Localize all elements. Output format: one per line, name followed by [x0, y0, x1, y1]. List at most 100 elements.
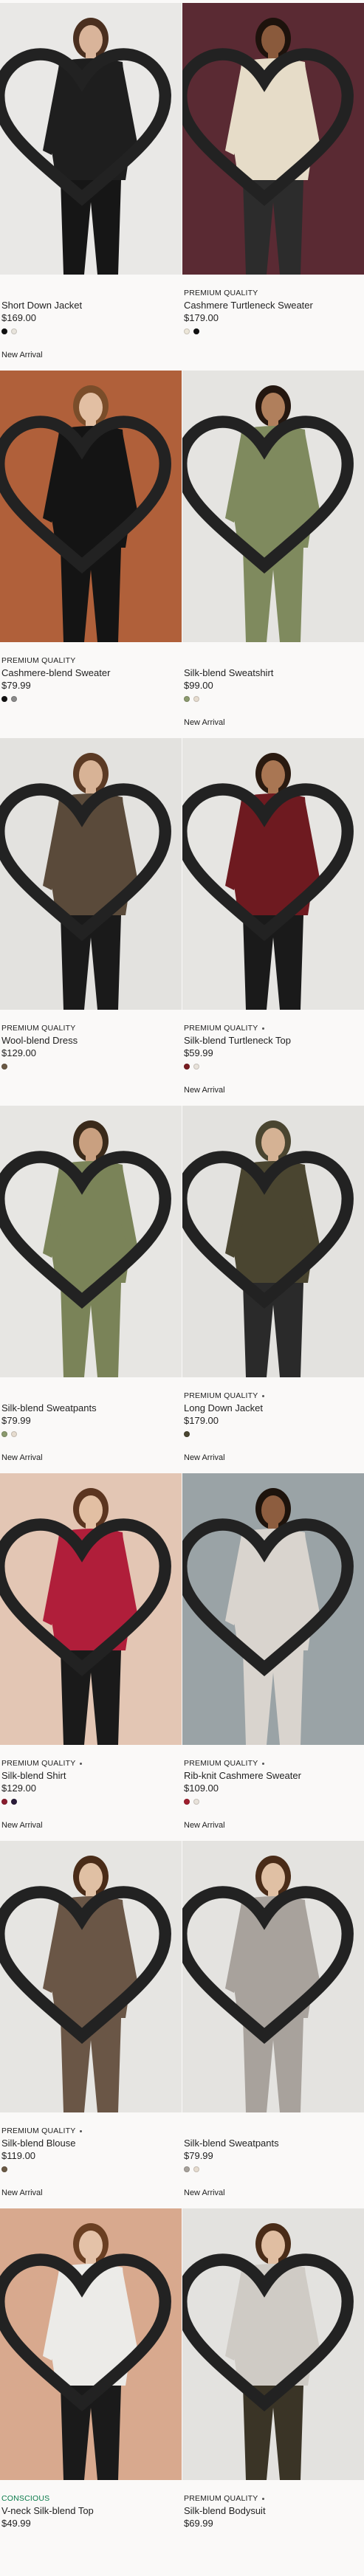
product-card[interactable]: Silk-blend Sweatshirt $99.00 New Arrival	[182, 371, 364, 738]
color-swatch[interactable]	[184, 1064, 190, 1070]
product-title[interactable]: Silk-blend Blouse	[1, 2137, 180, 2149]
product-badge: PREMIUM QUALITY	[184, 1391, 363, 1401]
color-swatch[interactable]	[1, 328, 7, 334]
product-title[interactable]: Cashmere Turtleneck Sweater	[184, 299, 363, 311]
product-title[interactable]: Silk-blend Sweatpants	[1, 1402, 180, 1414]
product-card[interactable]: PREMIUM QUALITY Silk-blend Turtleneck To…	[182, 738, 364, 1106]
color-swatch[interactable]	[11, 1799, 17, 1805]
product-title[interactable]: Cashmere-blend Sweater	[1, 667, 180, 679]
heart-icon[interactable]	[182, 371, 355, 633]
color-swatch[interactable]	[193, 696, 199, 702]
product-image[interactable]	[0, 1473, 182, 1745]
product-image[interactable]	[182, 1841, 364, 2112]
badge-dot	[262, 1027, 265, 1030]
heart-icon[interactable]	[182, 1473, 355, 1736]
heart-icon[interactable]	[0, 371, 173, 633]
color-swatches	[1, 2534, 180, 2540]
product-title[interactable]: Short Down Jacket	[1, 299, 180, 311]
product-title[interactable]: Silk-blend Shirt	[1, 1769, 180, 1782]
heart-icon[interactable]	[0, 3, 173, 266]
product-image[interactable]	[182, 738, 364, 1010]
product-title[interactable]: Silk-blend Sweatshirt	[184, 667, 363, 679]
product-price: $169.00	[1, 312, 36, 323]
product-price: $79.99	[1, 680, 31, 691]
color-swatch[interactable]	[193, 328, 199, 334]
color-swatch[interactable]	[1, 2166, 7, 2172]
color-swatch[interactable]	[1, 696, 7, 702]
color-swatches	[184, 1064, 363, 1070]
product-card[interactable]: PREMIUM QUALITY Wool-blend Dress $129.00	[0, 738, 182, 1106]
product-card[interactable]: CONSCIOUS V-neck Silk-blend Top $49.99	[0, 2208, 182, 2576]
product-info: CONSCIOUS V-neck Silk-blend Top $49.99	[0, 2480, 182, 2540]
product-card[interactable]: PREMIUM QUALITY Silk-blend Blouse $119.0…	[0, 1841, 182, 2208]
product-info: PREMIUM QUALITY Silk-blend Bodysuit $69.…	[182, 2480, 364, 2540]
color-swatch[interactable]	[1, 1799, 7, 1805]
product-card[interactable]: PREMIUM QUALITY Cashmere-blend Sweater $…	[0, 371, 182, 738]
heart-icon[interactable]	[182, 1106, 355, 1368]
heart-icon[interactable]	[182, 2208, 355, 2471]
color-swatches	[184, 1799, 363, 1805]
product-card[interactable]: PREMIUM QUALITY Silk-blend Shirt $129.00…	[0, 1473, 182, 1841]
color-swatches	[184, 696, 363, 702]
heart-icon[interactable]	[0, 738, 173, 1001]
heart-icon[interactable]	[182, 3, 355, 266]
color-swatch[interactable]	[184, 328, 190, 334]
color-swatch[interactable]	[184, 696, 190, 702]
badge-dot	[262, 2497, 265, 2500]
product-title[interactable]: V-neck Silk-blend Top	[1, 2504, 180, 2517]
product-badge: PREMIUM QUALITY	[184, 289, 258, 297]
product-card[interactable]: Silk-blend Sweatpants $79.99 New Arrival	[182, 1841, 364, 2208]
product-title[interactable]: Silk-blend Bodysuit	[184, 2504, 363, 2517]
product-title[interactable]: Silk-blend Turtleneck Top	[184, 1034, 363, 1047]
product-image[interactable]	[182, 371, 364, 642]
new-arrival-label: New Arrival	[184, 2188, 225, 2197]
color-swatches	[184, 328, 363, 334]
product-image[interactable]	[182, 1473, 364, 1745]
product-image[interactable]	[0, 2208, 182, 2480]
color-swatch[interactable]	[193, 1064, 199, 1070]
product-title[interactable]: Rib-knit Cashmere Sweater	[184, 1769, 363, 1782]
product-image[interactable]	[182, 3, 364, 275]
badge-dot	[262, 1394, 265, 1397]
product-image[interactable]	[182, 1106, 364, 1377]
heart-icon[interactable]	[0, 1106, 173, 1368]
color-swatch[interactable]	[193, 2166, 199, 2172]
product-card[interactable]: PREMIUM QUALITY Silk-blend Bodysuit $69.…	[182, 2208, 364, 2576]
product-image[interactable]	[0, 1106, 182, 1377]
product-card[interactable]: Short Down Jacket $169.00 New Arrival	[0, 3, 182, 371]
new-arrival-label: New Arrival	[1, 1821, 43, 1830]
heart-icon[interactable]	[182, 738, 355, 1001]
product-image[interactable]	[0, 738, 182, 1010]
product-card[interactable]: PREMIUM QUALITY Rib-knit Cashmere Sweate…	[182, 1473, 364, 1841]
product-image[interactable]	[0, 371, 182, 642]
color-swatch[interactable]	[184, 1431, 190, 1437]
product-card[interactable]: PREMIUM QUALITY Cashmere Turtleneck Swea…	[182, 3, 364, 371]
color-swatch[interactable]	[1, 1431, 7, 1437]
product-card[interactable]: PREMIUM QUALITY Long Down Jacket $179.00…	[182, 1106, 364, 1473]
heart-icon[interactable]	[0, 1841, 173, 2104]
product-info: PREMIUM QUALITY Silk-blend Shirt $129.00…	[0, 1745, 182, 1830]
heart-icon[interactable]	[0, 2208, 173, 2471]
color-swatch[interactable]	[11, 328, 17, 334]
product-badge-empty	[184, 2126, 363, 2136]
product-title[interactable]: Wool-blend Dress	[1, 1034, 180, 1047]
product-card[interactable]: Silk-blend Sweatpants $79.99 New Arrival	[0, 1106, 182, 1473]
heart-icon[interactable]	[0, 1473, 173, 1736]
new-arrival-label: New Arrival	[184, 1821, 225, 1830]
product-title[interactable]: Silk-blend Sweatpants	[184, 2137, 363, 2149]
color-swatch[interactable]	[1, 1064, 7, 1070]
product-badge: PREMIUM QUALITY	[184, 1758, 363, 1769]
product-info: PREMIUM QUALITY Cashmere-blend Sweater $…	[0, 642, 182, 702]
product-image[interactable]	[182, 2208, 364, 2480]
badge-dot	[80, 1762, 83, 1765]
color-swatch[interactable]	[184, 2166, 190, 2172]
heart-icon[interactable]	[182, 1841, 355, 2104]
color-swatch[interactable]	[11, 1431, 17, 1437]
color-swatch[interactable]	[193, 1799, 199, 1805]
product-image[interactable]	[0, 3, 182, 275]
product-title[interactable]: Long Down Jacket	[184, 1402, 363, 1414]
color-swatch[interactable]	[184, 1799, 190, 1805]
product-image[interactable]	[0, 1841, 182, 2112]
product-info: PREMIUM QUALITY Silk-blend Turtleneck To…	[182, 1010, 364, 1095]
color-swatch[interactable]	[11, 696, 17, 702]
